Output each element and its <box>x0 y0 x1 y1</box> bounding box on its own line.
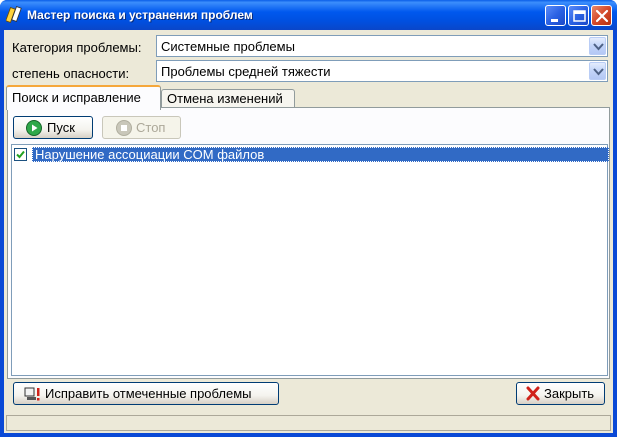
app-window: Мастер поиска и устранения проблем Катег… <box>0 0 617 437</box>
minimize-button[interactable] <box>545 5 566 26</box>
checkmark-icon <box>16 150 25 159</box>
fix-checked-button[interactable]: Исправить отмеченные проблемы <box>13 382 279 405</box>
severity-value: Проблемы средней тяжести <box>161 64 331 79</box>
close-button-label: Закрыть <box>544 386 595 401</box>
window-title: Мастер поиска и устранения проблем <box>27 8 253 22</box>
close-x-icon <box>526 386 540 401</box>
category-select[interactable]: Системные проблемы <box>156 35 608 57</box>
severity-dropdown-button[interactable] <box>589 62 606 80</box>
stop-button-label: Стоп <box>136 120 166 135</box>
chevron-down-icon <box>593 68 604 76</box>
category-dropdown-button[interactable] <box>589 37 606 55</box>
title-bar[interactable]: Мастер поиска и устранения проблем <box>0 0 617 30</box>
tab-undo-changes-label: Отмена изменений <box>167 91 283 106</box>
problems-list[interactable]: Нарушение ассоциации COM файлов <box>11 144 609 376</box>
close-icon <box>595 9 609 23</box>
category-value: Системные проблемы <box>161 39 295 54</box>
close-button[interactable]: Закрыть <box>516 382 605 405</box>
problem-item-label: Нарушение ассоциации COM файлов <box>35 147 265 162</box>
tab-panel-search-fix: Пуск Стоп Нарушение ассоциации COM файло… <box>7 107 610 379</box>
play-icon <box>26 120 42 136</box>
category-label: Категория проблемы: <box>12 40 142 55</box>
tab-undo-changes[interactable]: Отмена изменений <box>161 89 295 107</box>
start-button[interactable]: Пуск <box>13 116 93 139</box>
wrench-icon <box>6 6 22 23</box>
chevron-down-icon <box>593 43 604 51</box>
stop-button[interactable]: Стоп <box>102 116 181 139</box>
close-window-button[interactable] <box>591 5 612 26</box>
window-client: Категория проблемы: Системные проблемы с… <box>4 30 613 433</box>
maximize-icon <box>573 10 586 22</box>
problem-checkbox[interactable] <box>14 148 27 161</box>
stop-icon <box>116 120 132 136</box>
start-button-label: Пуск <box>47 120 75 135</box>
minimize-icon <box>551 19 558 22</box>
tab-search-fix-label: Поиск и исправление <box>12 90 141 105</box>
fix-checked-label: Исправить отмеченные проблемы <box>45 386 252 401</box>
fix-warning-icon <box>24 387 40 401</box>
tab-search-fix[interactable]: Поиск и исправление <box>6 85 161 110</box>
status-bar <box>6 415 611 431</box>
maximize-button[interactable] <box>568 5 589 26</box>
severity-label: степень опасности: <box>12 66 130 81</box>
severity-select[interactable]: Проблемы средней тяжести <box>156 60 608 82</box>
